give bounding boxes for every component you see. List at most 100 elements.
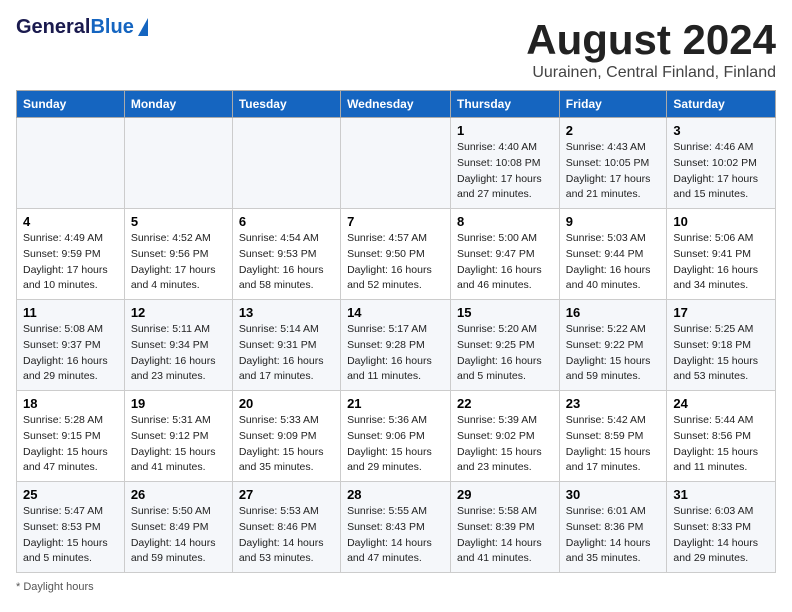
logo-triangle-icon [138, 18, 148, 36]
calendar-title: August 2024 [526, 16, 776, 64]
col-header-sunday: Sunday [17, 91, 125, 118]
day-info: Sunrise: 4:40 AM Sunset: 10:08 PM Daylig… [457, 140, 553, 203]
calendar-cell: 17 Sunrise: 5:25 AM Sunset: 9:18 PM Dayli… [667, 300, 776, 391]
day-number: 13 [239, 305, 334, 320]
day-info: Sunrise: 4:57 AM Sunset: 9:50 PM Dayligh… [347, 231, 444, 294]
day-info: Sunrise: 5:53 AM Sunset: 8:46 PM Dayligh… [239, 504, 334, 567]
calendar-cell: 23 Sunrise: 5:42 AM Sunset: 8:59 PM Dayli… [559, 391, 667, 482]
calendar-table: SundayMondayTuesdayWednesdayThursdayFrid… [16, 90, 776, 573]
day-number: 30 [566, 487, 661, 502]
day-info: Sunrise: 6:01 AM Sunset: 8:36 PM Dayligh… [566, 504, 661, 567]
day-info: Sunrise: 4:46 AM Sunset: 10:02 PM Daylig… [673, 140, 769, 203]
day-number: 5 [131, 214, 226, 229]
day-info: Sunrise: 5:20 AM Sunset: 9:25 PM Dayligh… [457, 322, 553, 385]
day-info: Sunrise: 5:25 AM Sunset: 9:18 PM Dayligh… [673, 322, 769, 385]
day-info: Sunrise: 5:33 AM Sunset: 9:09 PM Dayligh… [239, 413, 334, 476]
day-number: 1 [457, 123, 553, 138]
calendar-cell: 7 Sunrise: 4:57 AM Sunset: 9:50 PM Daylig… [341, 209, 451, 300]
day-info: Sunrise: 5:31 AM Sunset: 9:12 PM Dayligh… [131, 413, 226, 476]
logo: GeneralBlue [16, 16, 148, 39]
footer-note: * Daylight hours [16, 581, 776, 593]
col-header-monday: Monday [124, 91, 232, 118]
calendar-cell: 16Sunrise: 5:22 AM Sunset: 9:22 PM Dayli… [559, 300, 667, 391]
calendar-cell: 18Sunrise: 5:28 AM Sunset: 9:15 PM Dayli… [17, 391, 125, 482]
calendar-cell: 22 Sunrise: 5:39 AM Sunset: 9:02 PM Dayli… [451, 391, 560, 482]
day-number: 7 [347, 214, 444, 229]
day-info: Sunrise: 5:42 AM Sunset: 8:59 PM Dayligh… [566, 413, 661, 476]
day-number: 16 [566, 305, 661, 320]
calendar-cell: 14 Sunrise: 5:17 AM Sunset: 9:28 PM Dayli… [341, 300, 451, 391]
day-number: 12 [131, 305, 226, 320]
calendar-subtitle: Uurainen, Central Finland, Finland [526, 64, 776, 82]
title-block: August 2024 Uurainen, Central Finland, F… [526, 16, 776, 82]
day-number: 27 [239, 487, 334, 502]
col-header-tuesday: Tuesday [232, 91, 340, 118]
header: GeneralBlue August 2024 Uurainen, Centra… [16, 16, 776, 82]
calendar-cell: 20 Sunrise: 5:33 AM Sunset: 9:09 PM Dayli… [232, 391, 340, 482]
day-number: 21 [347, 396, 444, 411]
col-header-wednesday: Wednesday [341, 91, 451, 118]
calendar-cell: 2 Sunrise: 4:43 AM Sunset: 10:05 PM Dayli… [559, 118, 667, 209]
day-info: Sunrise: 4:54 AM Sunset: 9:53 PM Dayligh… [239, 231, 334, 294]
day-number: 22 [457, 396, 553, 411]
day-info: Sunrise: 4:43 AM Sunset: 10:05 PM Daylig… [566, 140, 661, 203]
calendar-cell: 27 Sunrise: 5:53 AM Sunset: 8:46 PM Dayli… [232, 482, 340, 573]
calendar-cell [124, 118, 232, 209]
day-number: 15 [457, 305, 553, 320]
day-number: 10 [673, 214, 769, 229]
day-info: Sunrise: 5:36 AM Sunset: 9:06 PM Dayligh… [347, 413, 444, 476]
calendar-cell: 25 Sunrise: 5:47 AM Sunset: 8:53 PM Dayli… [17, 482, 125, 573]
day-info: Sunrise: 5:17 AM Sunset: 9:28 PM Dayligh… [347, 322, 444, 385]
day-info: Sunrise: 5:44 AM Sunset: 8:56 PM Dayligh… [673, 413, 769, 476]
calendar-cell: 29 Sunrise: 5:58 AM Sunset: 8:39 PM Dayli… [451, 482, 560, 573]
calendar-cell: 24 Sunrise: 5:44 AM Sunset: 8:56 PM Dayli… [667, 391, 776, 482]
daylight-label: Daylight hours [23, 581, 93, 593]
calendar-cell: 30 Sunrise: 6:01 AM Sunset: 8:36 PM Dayli… [559, 482, 667, 573]
calendar-cell: 21 Sunrise: 5:36 AM Sunset: 9:06 PM Dayli… [341, 391, 451, 482]
calendar-cell: 11Sunrise: 5:08 AM Sunset: 9:37 PM Dayli… [17, 300, 125, 391]
calendar-cell [232, 118, 340, 209]
col-header-thursday: Thursday [451, 91, 560, 118]
calendar-cell: 15 Sunrise: 5:20 AM Sunset: 9:25 PM Dayli… [451, 300, 560, 391]
day-number: 2 [566, 123, 661, 138]
calendar-cell: 31 Sunrise: 6:03 AM Sunset: 8:33 PM Dayli… [667, 482, 776, 573]
col-header-saturday: Saturday [667, 91, 776, 118]
col-header-friday: Friday [559, 91, 667, 118]
day-info: Sunrise: 5:06 AM Sunset: 9:41 PM Dayligh… [673, 231, 769, 294]
day-number: 31 [673, 487, 769, 502]
calendar-cell: 9Sunrise: 5:03 AM Sunset: 9:44 PM Daylig… [559, 209, 667, 300]
calendar-cell [341, 118, 451, 209]
day-number: 26 [131, 487, 226, 502]
calendar-cell: 4Sunrise: 4:49 AM Sunset: 9:59 PM Daylig… [17, 209, 125, 300]
logo-general-text: GeneralBlue [16, 16, 134, 39]
day-number: 19 [131, 396, 226, 411]
day-number: 29 [457, 487, 553, 502]
calendar-cell: 13 Sunrise: 5:14 AM Sunset: 9:31 PM Dayli… [232, 300, 340, 391]
day-info: Sunrise: 5:14 AM Sunset: 9:31 PM Dayligh… [239, 322, 334, 385]
day-number: 24 [673, 396, 769, 411]
day-info: Sunrise: 5:39 AM Sunset: 9:02 PM Dayligh… [457, 413, 553, 476]
day-info: Sunrise: 5:58 AM Sunset: 8:39 PM Dayligh… [457, 504, 553, 567]
day-info: Sunrise: 5:50 AM Sunset: 8:49 PM Dayligh… [131, 504, 226, 567]
day-number: 17 [673, 305, 769, 320]
day-number: 8 [457, 214, 553, 229]
day-info: Sunrise: 6:03 AM Sunset: 8:33 PM Dayligh… [673, 504, 769, 567]
day-number: 3 [673, 123, 769, 138]
calendar-cell: 6Sunrise: 4:54 AM Sunset: 9:53 PM Daylig… [232, 209, 340, 300]
calendar-cell: 3 Sunrise: 4:46 AM Sunset: 10:02 PM Dayli… [667, 118, 776, 209]
day-info: Sunrise: 5:00 AM Sunset: 9:47 PM Dayligh… [457, 231, 553, 294]
day-number: 11 [23, 305, 118, 320]
calendar-cell: 28Sunrise: 5:55 AM Sunset: 8:43 PM Dayli… [341, 482, 451, 573]
day-number: 14 [347, 305, 444, 320]
day-info: Sunrise: 4:49 AM Sunset: 9:59 PM Dayligh… [23, 231, 118, 294]
calendar-cell: 5Sunrise: 4:52 AM Sunset: 9:56 PM Daylig… [124, 209, 232, 300]
day-info: Sunrise: 5:47 AM Sunset: 8:53 PM Dayligh… [23, 504, 118, 567]
calendar-cell: 19 Sunrise: 5:31 AM Sunset: 9:12 PM Dayli… [124, 391, 232, 482]
day-info: Sunrise: 5:28 AM Sunset: 9:15 PM Dayligh… [23, 413, 118, 476]
day-number: 28 [347, 487, 444, 502]
day-number: 20 [239, 396, 334, 411]
day-number: 23 [566, 396, 661, 411]
day-number: 25 [23, 487, 118, 502]
calendar-cell: 8 Sunrise: 5:00 AM Sunset: 9:47 PM Daylig… [451, 209, 560, 300]
day-info: Sunrise: 5:11 AM Sunset: 9:34 PM Dayligh… [131, 322, 226, 385]
